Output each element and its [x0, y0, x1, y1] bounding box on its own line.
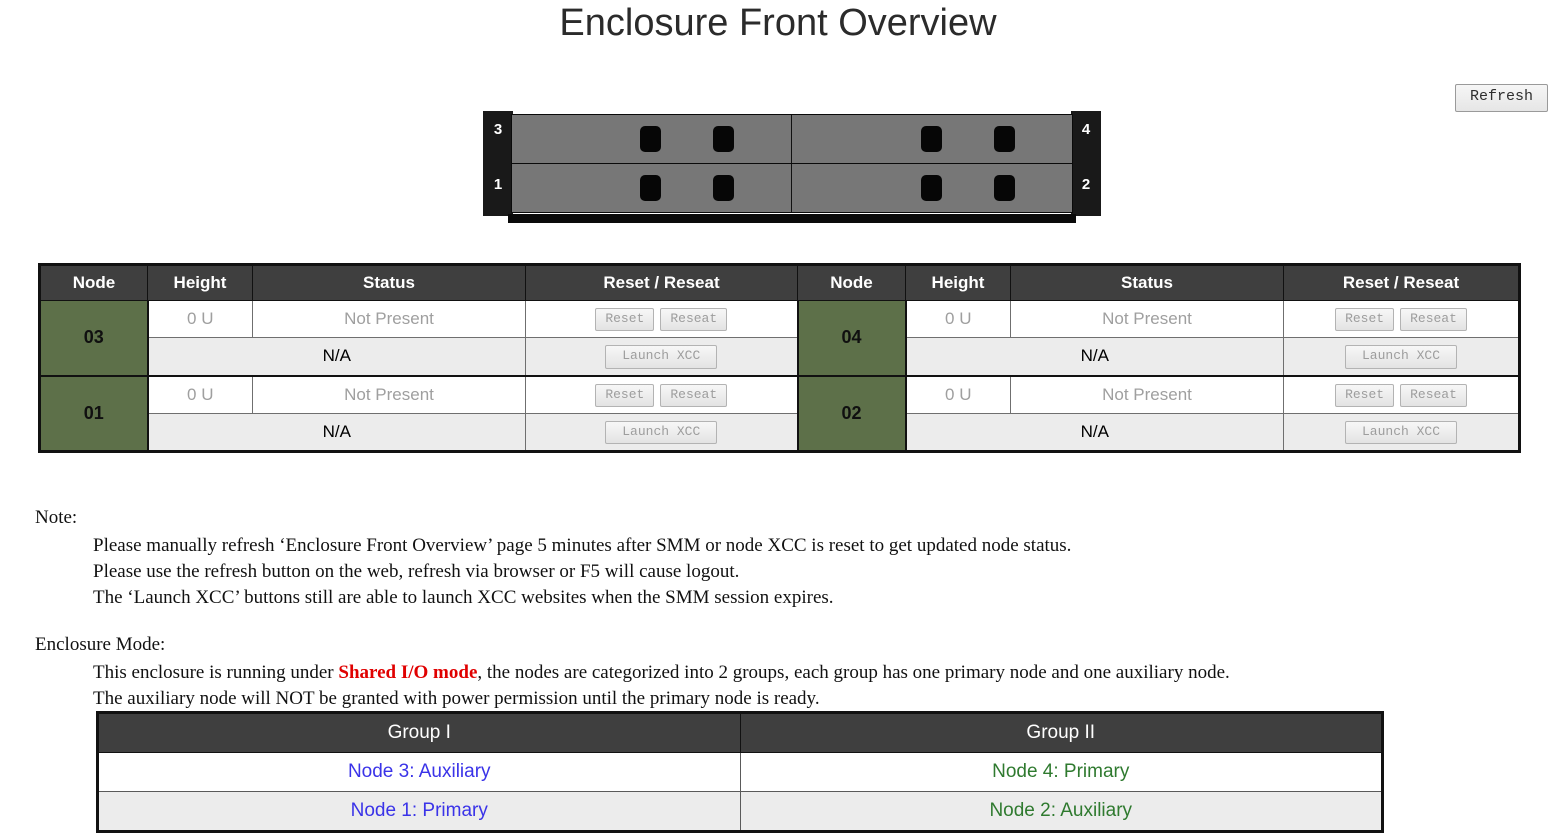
reset-button-node-02[interactable]: Reset — [1335, 383, 1395, 407]
enclosure-bay-3[interactable] — [512, 115, 792, 163]
col-status-left: Status — [252, 264, 526, 301]
group1-row1-node: Node 3: Auxiliary — [97, 752, 741, 792]
enclosure-left-rail: 3 1 — [483, 111, 513, 216]
enclosure-mode-section: Enclosure Mode: This enclosure is runnin… — [35, 632, 1230, 712]
enclosure-front-diagram: 3 1 4 2 — [483, 111, 1101, 223]
enclosure-bay-4[interactable] — [792, 115, 1072, 163]
group1-row2-node: Node 1: Primary — [97, 791, 741, 832]
node-02-height: 0 U — [905, 374, 1011, 414]
enclosure-bay-area — [511, 114, 1073, 213]
bay-number-1: 1 — [493, 176, 503, 193]
node-03-xcc-status: N/A — [147, 337, 526, 377]
enclosure-mode-line-2: The auxiliary node will NOT be granted w… — [93, 688, 820, 709]
enclosure-mode-highlight: Shared I/O mode — [338, 662, 478, 683]
node-status-table: Node Height Status Reset / Reseat Node H… — [38, 263, 1521, 454]
drive-slot-icon — [712, 126, 734, 152]
table-row: N/A Launch XCC N/A Launch XCC — [40, 412, 1520, 453]
node-03-height: 0 U — [147, 299, 253, 339]
node-02-reset-actions: Reset Reseat — [1283, 374, 1520, 414]
enclosure-bay-1[interactable] — [512, 164, 792, 212]
note-section: Note: Please manually refresh ‘Enclosure… — [35, 505, 1071, 611]
table-row: N/A Launch XCC N/A Launch XCC — [40, 337, 1520, 377]
col-reset-right: Reset / Reseat — [1283, 264, 1520, 301]
node-01-height: 0 U — [147, 374, 253, 414]
note-line-2: Please use the refresh button on the web… — [93, 561, 740, 582]
enclosure-bay-row-bottom — [512, 164, 1072, 212]
reseat-button-node-01[interactable]: Reseat — [660, 383, 728, 407]
table-row: 03 0 U Not Present Reset Reseat 04 0 U No… — [38, 299, 1520, 377]
enclosure-mode-heading: Enclosure Mode: — [35, 634, 166, 655]
col-group-1: Group I — [97, 712, 741, 753]
col-status-right: Status — [1010, 264, 1284, 301]
node-table-header-row: Node Height Status Reset / Reseat Node H… — [39, 264, 1520, 301]
enclosure-right-rail: 4 2 — [1071, 111, 1101, 216]
table-row: 01 0 U Not Present Reset Reseat 02 0 U No… — [38, 374, 1520, 453]
col-height-right: Height — [905, 264, 1011, 301]
node-01-reset-actions: Reset Reseat — [525, 374, 798, 414]
drive-slot-icon — [712, 175, 734, 201]
node-id-04: 04 — [796, 299, 907, 377]
node-01-xcc-status: N/A — [147, 412, 526, 453]
launch-xcc-button-node-01[interactable]: Launch XCC — [605, 420, 718, 445]
node-02-xcc-status: N/A — [905, 412, 1284, 453]
col-group-2: Group II — [739, 712, 1383, 753]
group2-row1-node: Node 4: Primary — [739, 752, 1383, 792]
col-height-left: Height — [147, 264, 253, 301]
drive-slot-icon — [993, 175, 1015, 201]
drive-slot-icon — [640, 175, 662, 201]
enclosure-mode-line-1-before: This enclosure is running under — [93, 662, 339, 683]
node-04-status: Not Present — [1010, 299, 1284, 339]
node-id-03: 03 — [38, 299, 149, 377]
reseat-button-node-04[interactable]: Reseat — [1400, 308, 1467, 332]
node-04-launch-action: Launch XCC — [1283, 337, 1520, 377]
col-reset-left: Reset / Reseat — [525, 264, 798, 301]
node-01-status: Not Present — [252, 374, 526, 414]
reseat-button-node-03[interactable]: Reseat — [660, 308, 728, 332]
bay-number-2: 2 — [1081, 176, 1091, 193]
drive-slot-icon — [920, 126, 942, 152]
drive-slot-icon — [993, 126, 1015, 152]
node-id-01: 01 — [38, 374, 149, 453]
enclosure-bay-2[interactable] — [792, 164, 1072, 212]
node-03-launch-action: Launch XCC — [525, 337, 798, 377]
col-node-right: Node — [797, 264, 906, 301]
col-node-left: Node — [39, 264, 148, 301]
node-01-launch-action: Launch XCC — [525, 412, 798, 453]
reset-button-node-04[interactable]: Reset — [1335, 308, 1395, 332]
enclosure-bay-row-top — [512, 115, 1072, 163]
table-row: Node 3: Auxiliary Node 4: Primary — [97, 752, 1383, 792]
drive-slot-icon — [920, 175, 942, 201]
group-table-header-row: Group I Group II — [97, 712, 1383, 753]
node-03-status: Not Present — [252, 299, 526, 339]
node-04-height: 0 U — [905, 299, 1011, 339]
node-04-reset-actions: Reset Reseat — [1283, 299, 1520, 339]
node-03-reset-actions: Reset Reseat — [525, 299, 798, 339]
launch-xcc-button-node-04[interactable]: Launch XCC — [1344, 345, 1457, 369]
note-heading: Note: — [35, 507, 78, 528]
reset-button-node-03[interactable]: Reset — [595, 308, 655, 332]
node-04-xcc-status: N/A — [905, 337, 1284, 377]
table-row: Node 1: Primary Node 2: Auxiliary — [97, 791, 1383, 832]
refresh-button[interactable]: Refresh — [1454, 84, 1548, 112]
page-title: Enclosure Front Overview — [559, 2, 997, 44]
reseat-button-node-02[interactable]: Reseat — [1400, 383, 1467, 407]
drive-slot-icon — [640, 126, 662, 152]
enclosure-mode-line-1: This enclosure is running under Shared I… — [93, 660, 1230, 686]
enclosure-base — [508, 214, 1076, 223]
bay-number-4: 4 — [1081, 121, 1091, 138]
note-line-3: The ‘Launch XCC’ buttons still are able … — [93, 587, 834, 608]
group-assignment-table: Group I Group II Node 3: Auxiliary Node … — [96, 711, 1384, 833]
reset-button-node-01[interactable]: Reset — [595, 383, 655, 407]
launch-xcc-button-node-02[interactable]: Launch XCC — [1344, 420, 1457, 445]
launch-xcc-button-node-03[interactable]: Launch XCC — [605, 345, 718, 369]
node-02-launch-action: Launch XCC — [1283, 412, 1520, 453]
node-id-02: 02 — [796, 374, 907, 453]
enclosure-mode-line-1-after: , the nodes are categorized into 2 group… — [477, 662, 1230, 683]
node-02-status: Not Present — [1010, 374, 1284, 414]
note-line-1: Please manually refresh ‘Enclosure Front… — [93, 535, 1072, 556]
bay-number-3: 3 — [493, 121, 503, 138]
group2-row2-node: Node 2: Auxiliary — [739, 791, 1383, 832]
